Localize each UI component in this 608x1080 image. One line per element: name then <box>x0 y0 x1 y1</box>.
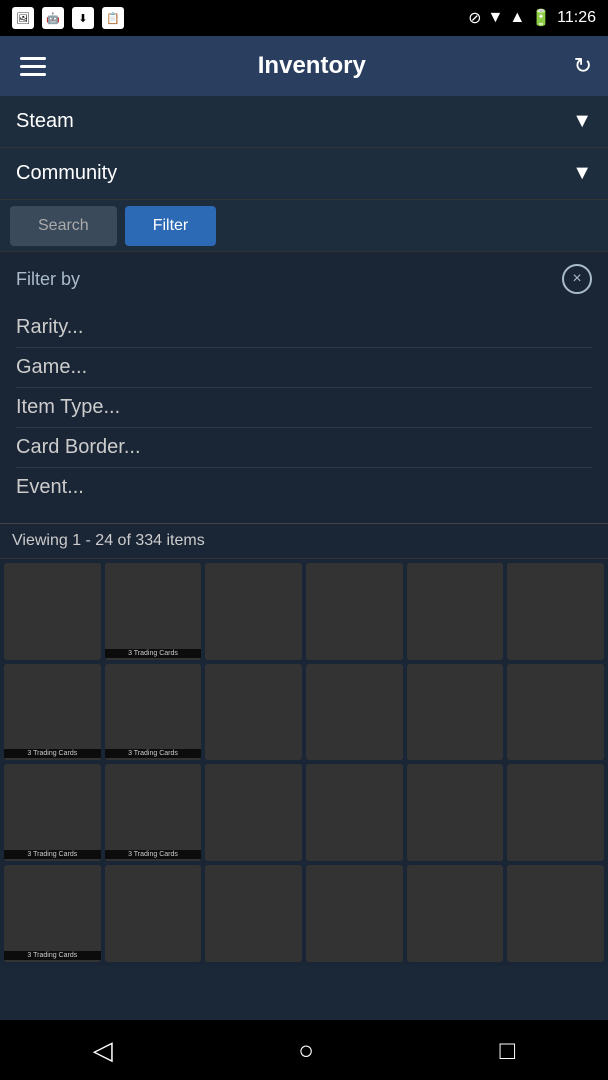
battery-icon: 🔋 <box>531 8 551 28</box>
page-title: Inventory <box>258 52 366 80</box>
item-thumbnail <box>306 664 403 761</box>
filter-header: Filter by × <box>16 264 592 294</box>
refresh-button[interactable]: ↻ <box>574 53 592 79</box>
filter-item-type[interactable]: Item Type... <box>16 388 592 428</box>
time-display: 11:26 <box>557 9 596 27</box>
status-icons-left: 🖼 🤖 ⬇ 📋 <box>12 7 124 29</box>
item-count-text: Viewing 1 - 24 of 334 items <box>12 532 205 549</box>
platform-label: Steam <box>16 110 74 133</box>
grid-item[interactable]: 3 Trading Cards <box>105 664 202 761</box>
item-thumbnail: 3 Trading Cards <box>4 664 101 761</box>
item-thumbnail <box>306 865 403 962</box>
download-icon: ⬇ <box>72 7 94 29</box>
image-icon: 🖼 <box>12 7 34 29</box>
hamburger-menu[interactable] <box>16 53 50 80</box>
home-button[interactable]: ○ <box>298 1035 314 1066</box>
platform-dropdown[interactable]: Steam ▼ <box>0 96 608 148</box>
grid-item[interactable] <box>4 563 101 660</box>
status-icons-right: ⊘ ▼ ▲ 🔋 11:26 <box>468 8 596 28</box>
item-thumbnail <box>507 865 604 962</box>
grid-item[interactable] <box>205 563 302 660</box>
item-badge: 3 Trading Cards <box>105 850 202 859</box>
filter-tab[interactable]: Filter <box>125 206 217 246</box>
item-count: Viewing 1 - 24 of 334 items <box>0 524 608 559</box>
item-thumbnail <box>407 865 504 962</box>
grid-item[interactable] <box>306 563 403 660</box>
grid-item[interactable] <box>407 764 504 861</box>
item-thumbnail <box>205 764 302 861</box>
grid-item[interactable]: 3 Trading Cards <box>4 664 101 761</box>
status-bar: 🖼 🤖 ⬇ 📋 ⊘ ▼ ▲ 🔋 11:26 <box>0 0 608 36</box>
item-thumbnail: 3 Trading Cards <box>4 764 101 861</box>
grid-item[interactable] <box>507 664 604 761</box>
grid-item[interactable] <box>507 764 604 861</box>
inventory-grid: 3 Trading Cards 3 Trading Cards 3 Trading … <box>0 559 608 966</box>
bottom-nav: ◁ ○ □ <box>0 1020 608 1080</box>
grid-item[interactable] <box>407 563 504 660</box>
platform-arrow: ▼ <box>572 110 592 133</box>
item-thumbnail <box>306 563 403 660</box>
community-label: Community <box>16 162 117 185</box>
grid-item[interactable] <box>507 865 604 962</box>
grid-item[interactable]: 3 Trading Cards <box>105 563 202 660</box>
grid-item[interactable] <box>306 664 403 761</box>
item-thumbnail: 3 Trading Cards <box>105 764 202 861</box>
item-badge: 3 Trading Cards <box>105 649 202 658</box>
tab-row: Search Filter <box>0 200 608 252</box>
grid-item[interactable] <box>205 865 302 962</box>
item-thumbnail <box>407 764 504 861</box>
wifi-icon: ▼ <box>488 9 504 27</box>
filter-game[interactable]: Game... <box>16 348 592 388</box>
android-icon: 🤖 <box>42 7 64 29</box>
grid-item[interactable] <box>306 764 403 861</box>
item-badge: 3 Trading Cards <box>4 749 101 758</box>
item-thumbnail: 3 Trading Cards <box>105 664 202 761</box>
item-thumbnail <box>407 563 504 660</box>
item-thumbnail <box>205 664 302 761</box>
header: Inventory ↻ <box>0 36 608 96</box>
filter-event[interactable]: Event... <box>16 468 592 507</box>
clipboard-icon: 📋 <box>102 7 124 29</box>
recents-button[interactable]: □ <box>500 1035 516 1066</box>
item-thumbnail <box>105 865 202 962</box>
item-thumbnail <box>205 865 302 962</box>
item-thumbnail <box>507 563 604 660</box>
item-thumbnail: 3 Trading Cards <box>105 563 202 660</box>
community-dropdown[interactable]: Community ▼ <box>0 148 608 200</box>
grid-item[interactable] <box>407 865 504 962</box>
item-thumbnail <box>507 764 604 861</box>
grid-item[interactable] <box>507 563 604 660</box>
item-badge: 3 Trading Cards <box>4 850 101 859</box>
search-tab[interactable]: Search <box>10 206 117 246</box>
grid-item[interactable]: 3 Trading Cards <box>4 865 101 962</box>
grid-item[interactable] <box>105 865 202 962</box>
item-thumbnail <box>205 563 302 660</box>
item-badge: 3 Trading Cards <box>4 951 101 960</box>
signal-icon: ▲ <box>509 9 525 27</box>
grid-item[interactable] <box>205 764 302 861</box>
filter-rarity[interactable]: Rarity... <box>16 308 592 348</box>
filter-panel: Filter by × Rarity... Game... Item Type.… <box>0 252 608 524</box>
item-thumbnail: 3 Trading Cards <box>4 865 101 962</box>
back-button[interactable]: ◁ <box>93 1035 113 1066</box>
item-thumbnail <box>4 563 101 660</box>
grid-item[interactable] <box>205 664 302 761</box>
item-thumbnail <box>407 664 504 761</box>
no-disturb-icon: ⊘ <box>468 8 481 28</box>
filter-card-border[interactable]: Card Border... <box>16 428 592 468</box>
community-arrow: ▼ <box>572 162 592 185</box>
item-thumbnail <box>306 764 403 861</box>
filter-by-label: Filter by <box>16 269 80 290</box>
grid-item[interactable]: 3 Trading Cards <box>4 764 101 861</box>
grid-item[interactable]: 3 Trading Cards <box>105 764 202 861</box>
grid-item[interactable] <box>306 865 403 962</box>
grid-item[interactable] <box>407 664 504 761</box>
item-badge: 3 Trading Cards <box>105 749 202 758</box>
item-thumbnail <box>507 664 604 761</box>
filter-close-button[interactable]: × <box>562 264 592 294</box>
